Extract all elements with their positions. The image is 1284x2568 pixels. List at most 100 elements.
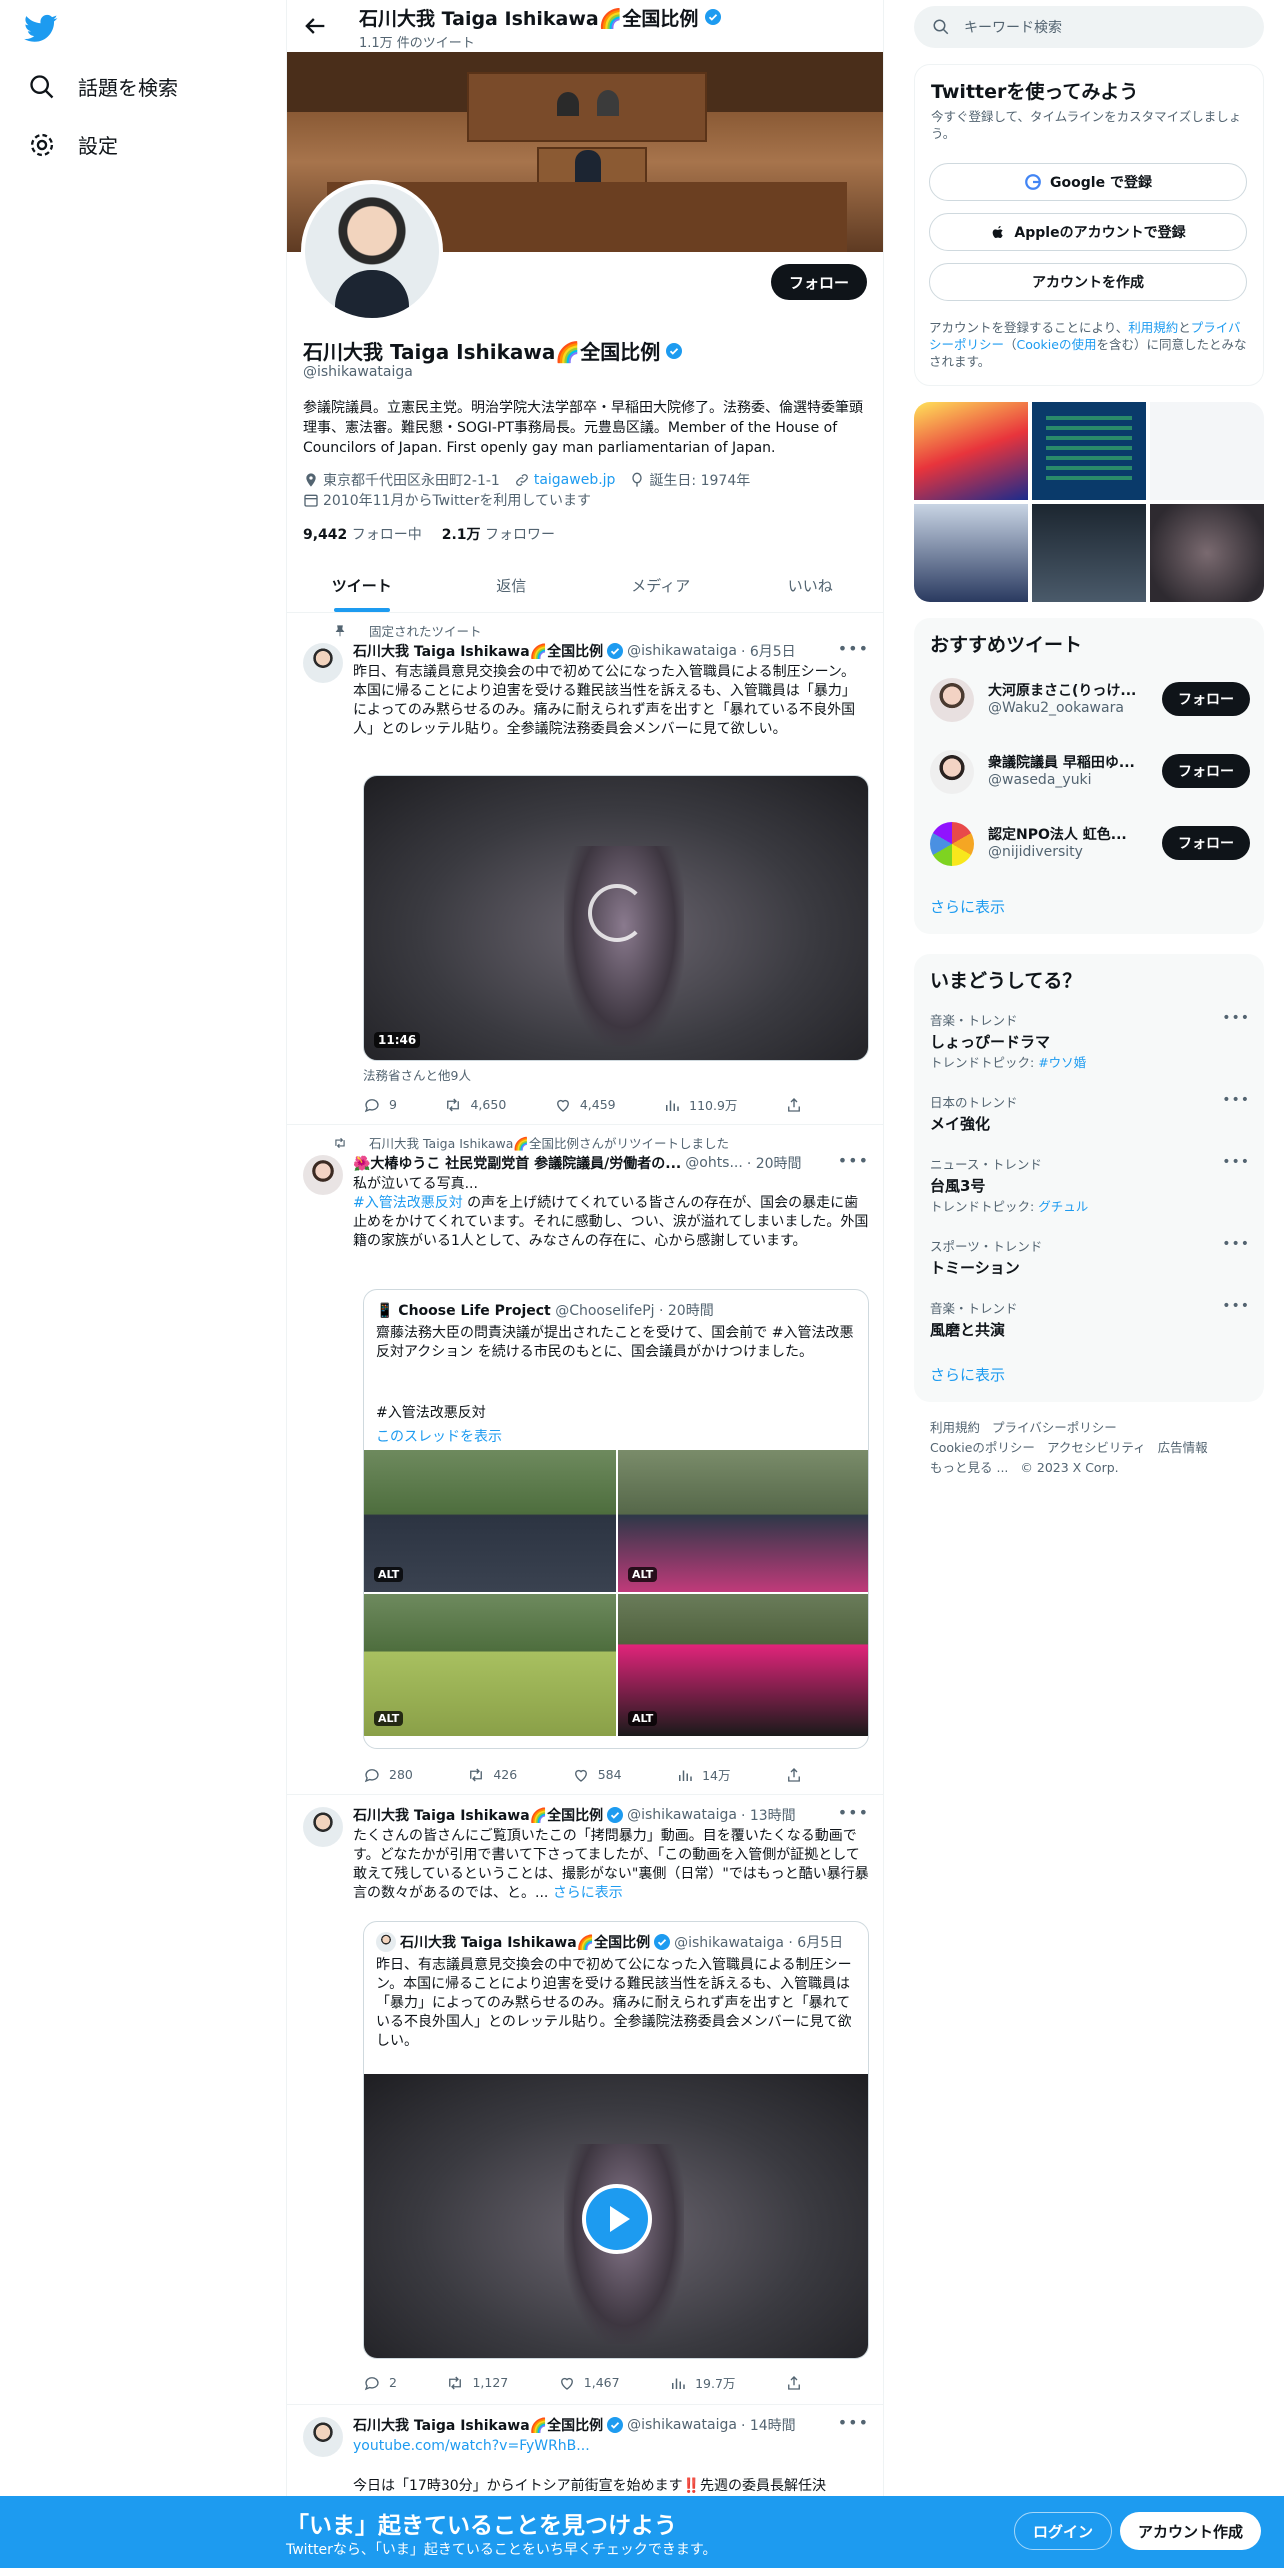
avatar[interactable] [303, 2417, 343, 2457]
quote-video[interactable] [364, 2074, 868, 2358]
profile-avatar[interactable] [301, 180, 443, 322]
media-thumb-4[interactable] [914, 504, 1028, 602]
youtube-link[interactable]: youtube.com/watch?v=FyWRhB... [353, 2437, 869, 2456]
like-button[interactable]: 584 [572, 1765, 622, 1784]
views-button[interactable]: 110.9万 [663, 1095, 737, 1114]
photo-2[interactable]: ALT [618, 1450, 868, 1592]
photo-1[interactable]: ALT [364, 1450, 616, 1592]
footer-link[interactable]: 利用規約 [930, 1420, 980, 1435]
tweet-header: 🌺大椿ゆうこ 社民党副党首 参議院議員/労働者の... @ohts... · 20時… [353, 1155, 802, 1172]
tab-replies[interactable]: 返信 [437, 560, 587, 612]
like-button[interactable]: 1,467 [558, 2373, 620, 2392]
share-icon [788, 1097, 800, 1112]
retweet-context: 石川大我 Taiga Ishikawa🌈全国比例さんがリツイートしました [333, 1133, 729, 1152]
suggestion-3[interactable]: 認定NPO法人 虹色... @nijidiversity フォロー [930, 818, 1250, 870]
photo-3[interactable]: ALT [364, 1594, 616, 1736]
avatar[interactable] [303, 1155, 343, 1195]
quoted-tweet[interactable]: 石川大我 Taiga Ishikawa🌈全国比例 @ishikawataiga ·… [363, 1921, 869, 2359]
terms-link[interactable]: 利用規約 [1128, 320, 1178, 335]
share-button[interactable] [785, 2373, 803, 2392]
show-thread-link[interactable]: このスレッドを表示 [376, 1426, 502, 1446]
twitter-logo-icon[interactable] [24, 14, 58, 44]
footer-link[interactable]: アクセシビリティ [1047, 1440, 1146, 1455]
views-button[interactable]: 19.7万 [669, 2373, 735, 2392]
nav-settings[interactable]: 設定 [28, 130, 118, 159]
avatar[interactable] [303, 643, 343, 683]
follow-button[interactable]: フォロー [1162, 682, 1250, 716]
trends-card: いまどうしてる？ 音楽・トレンド しょっぴードラマ トレンドトピック: #ウソ婚… [914, 954, 1264, 1402]
trend-item[interactable]: スポーツ・トレンド トミーション ••• [930, 1236, 1250, 1278]
tweet-pinned[interactable]: 固定されたツイート 石川大我 Taiga Ishikawa🌈全国比例 @ishik… [287, 613, 883, 1125]
signup-button[interactable]: アカウント作成 [1120, 2512, 1262, 2550]
reply-button[interactable]: 9 [363, 1095, 397, 1114]
retweet-button[interactable]: 426 [467, 1765, 517, 1784]
tab-tweets[interactable]: ツイート [287, 560, 437, 612]
avatar [930, 678, 974, 722]
footer-link[interactable]: プライバシーポリシー [992, 1420, 1117, 1435]
more-icon[interactable]: ••• [838, 2413, 869, 2432]
trend-item[interactable]: ニュース・トレンド 台風3号 トレンドトピック: グチュル ••• [930, 1154, 1250, 1215]
follow-button[interactable]: フォロー [1162, 754, 1250, 788]
more-icon[interactable]: ••• [1222, 1298, 1250, 1314]
nav-explore[interactable]: 話題を検索 [28, 72, 178, 101]
google-signup-button[interactable]: Google で登録 [929, 163, 1247, 201]
quoted-tweet[interactable]: 📱 Choose Life Project @ChooselifePj · 20… [363, 1289, 869, 1749]
tagged-users[interactable]: 法務省さんと他9人 [363, 1065, 471, 1084]
back-arrow-icon[interactable] [301, 12, 329, 40]
share-button[interactable] [785, 1095, 803, 1114]
reply-button[interactable]: 280 [363, 1765, 413, 1784]
website[interactable]: taigaweb.jp [514, 472, 615, 488]
more-icon[interactable]: ••• [838, 1151, 869, 1170]
more-icon[interactable]: ••• [1222, 1236, 1250, 1252]
trend-item[interactable]: 音楽・トレンド 風磨と共演 ••• [930, 1298, 1250, 1340]
more-icon[interactable]: ••• [838, 1803, 869, 1822]
cookie-link[interactable]: Cookieの使用 [1017, 337, 1097, 352]
search-box[interactable]: キーワード検索 [914, 6, 1264, 48]
media-thumb-2[interactable] [1032, 402, 1146, 500]
suggestion-2[interactable]: 衆議院議員 早稲田ゆ... @waseda_yuki フォロー [930, 746, 1250, 798]
login-button[interactable]: ログイン [1014, 2512, 1113, 2550]
more-icon[interactable]: ••• [838, 639, 869, 658]
tab-media[interactable]: メディア [586, 560, 736, 612]
share-button[interactable] [785, 1765, 803, 1784]
video-duration: 11:46 [374, 1032, 421, 1048]
media-thumb-1[interactable] [914, 402, 1028, 500]
tab-likes[interactable]: いいね [736, 560, 884, 612]
media-thumb-6[interactable] [1150, 504, 1264, 602]
show-more-link[interactable]: さらに表示 [930, 896, 1005, 917]
create-account-button[interactable]: アカウントを作成 [929, 263, 1247, 301]
suggestion-1[interactable]: 大河原まさこ(りっけ... @Waku2_ookawara フォロー [930, 674, 1250, 726]
views-button[interactable]: 14万 [676, 1765, 730, 1784]
retweet-button[interactable]: 1,127 [446, 2373, 508, 2392]
retweet-button[interactable]: 4,650 [444, 1095, 506, 1114]
avatar[interactable] [303, 1807, 343, 1847]
follow-button[interactable]: フォロー [1162, 826, 1250, 860]
like-button[interactable]: 4,459 [554, 1095, 616, 1114]
follow-button[interactable]: フォロー [770, 264, 867, 300]
more-icon[interactable]: ••• [1222, 1010, 1250, 1026]
more-icon[interactable]: ••• [1222, 1092, 1250, 1108]
trend-item[interactable]: 音楽・トレンド しょっぴードラマ トレンドトピック: #ウソ婚 ••• [930, 1010, 1250, 1071]
more-icon[interactable]: ••• [1222, 1154, 1250, 1170]
tweet-quote[interactable]: 石川大我 Taiga Ishikawa🌈全国比例 @ishikawataiga · … [287, 1795, 883, 2405]
bottom-title: 「いま」起きていることを見つけよう [286, 2513, 677, 2539]
photo-4[interactable]: ALT [618, 1594, 868, 1736]
followers-stat[interactable]: 2.1万 フォロワー [442, 524, 555, 544]
following-stat[interactable]: 9,442 フォロー中 [303, 524, 422, 544]
reply-button[interactable]: 2 [363, 2373, 397, 2392]
tweet-text: たくさんの皆さんにご覧頂いたこの「拷問暴力」動画。目を覆いたくなる動画です。どな… [353, 1828, 869, 1901]
trend-item[interactable]: 日本のトレンド メイ強化 ••• [930, 1092, 1250, 1134]
footer-link[interactable]: もっと見る ... [930, 1460, 1008, 1475]
show-more-link[interactable]: さらに表示 [553, 1885, 623, 1901]
media-thumb-5[interactable] [1032, 504, 1146, 602]
tweet-retweet[interactable]: 石川大我 Taiga Ishikawa🌈全国比例さんがリツイートしました 🌺大椿… [287, 1125, 883, 1795]
media-thumb-3[interactable] [1150, 402, 1264, 500]
apple-signup-button[interactable]: Appleのアカウントで登録 [929, 213, 1247, 251]
tweet-video[interactable]: 11:46 [363, 775, 869, 1061]
show-more-link[interactable]: さらに表示 [930, 1364, 1005, 1385]
terms-text: アカウントを登録することにより、利用規約とプライバシーポリシー（Cookieの使… [929, 320, 1247, 369]
footer-link[interactable]: 広告情報 [1158, 1440, 1208, 1455]
play-button-icon[interactable] [582, 2184, 652, 2254]
hashtag-link[interactable]: #入管法改悪反対 [353, 1195, 463, 1211]
footer-link[interactable]: Cookieのポリシー [930, 1440, 1035, 1455]
